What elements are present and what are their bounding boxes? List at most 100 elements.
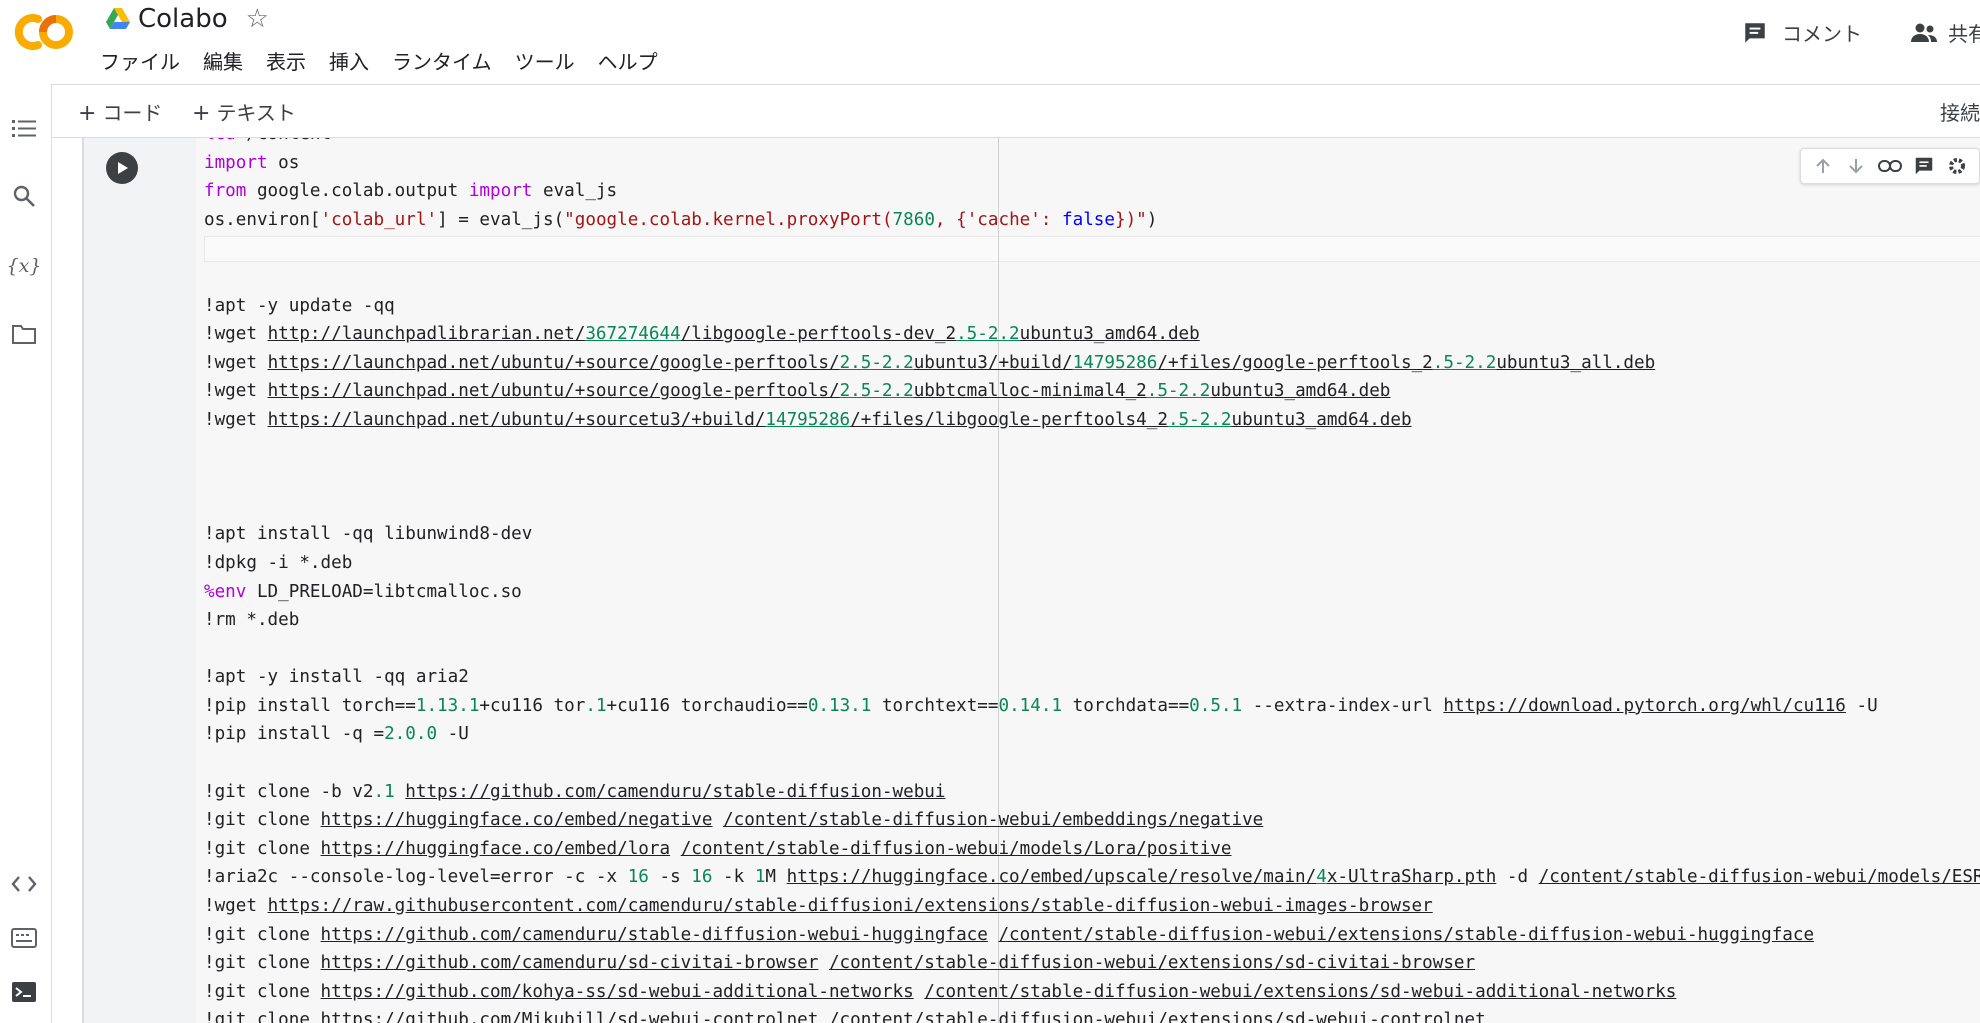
search-icon[interactable]	[10, 182, 38, 210]
code-token: !git clone	[204, 953, 321, 974]
code-token: "google.colab.kernel.proxyPort(	[564, 209, 893, 230]
code-token: 0.5.1	[1189, 695, 1243, 716]
code-line: !wget https://launchpad.net/ubuntu/+sour…	[204, 406, 1980, 435]
add-code-button[interactable]: + コード	[78, 97, 162, 126]
menu-edit[interactable]: 編集	[203, 46, 243, 75]
code-line: %env LD_PRELOAD=libtcmalloc.so	[204, 578, 1980, 607]
code-token: !git clone -b v2	[204, 781, 374, 802]
run-cell-button[interactable]	[106, 152, 138, 184]
menu-help[interactable]: ヘルプ	[598, 46, 658, 75]
star-icon[interactable]: ☆	[246, 6, 269, 32]
notebook-title[interactable]: Colabo	[138, 4, 228, 34]
code-token: /libgoogle-perftools-dev_2	[680, 324, 957, 345]
code-line: ​	[204, 234, 1980, 263]
code-line: os.environ['colab_url'] = eval_js("googl…	[204, 206, 1980, 235]
code-token: 0.14.1	[998, 695, 1063, 716]
add-text-button[interactable]: + テキスト	[192, 97, 296, 126]
add-code-label: コード	[102, 101, 163, 125]
comment-button[interactable]: コメント	[1742, 18, 1862, 47]
code-token: 4	[1316, 867, 1327, 888]
code-lines: %cd /contentimport osfrom google.colab.o…	[204, 138, 1980, 1023]
google-drive-icon	[106, 8, 130, 29]
play-icon	[118, 162, 128, 174]
code-token: ] = eval_js(	[437, 209, 565, 230]
code-token: /content	[236, 138, 331, 144]
code-token: .5-2.2	[1146, 381, 1211, 402]
code-token: .1	[585, 695, 607, 716]
code-line: ​	[204, 435, 1980, 464]
code-line: !wget https://launchpad.net/ubuntu/+sour…	[204, 377, 1980, 406]
code-token: 2.5-2.2	[839, 352, 914, 373]
arrow-up-icon[interactable]	[1811, 151, 1835, 181]
comment-icon[interactable]	[1912, 151, 1936, 181]
code-token: !wget	[204, 896, 268, 917]
code-token: , {'cache':	[934, 209, 1063, 230]
code-token: !aria2c --console-log-level=error -c -x	[204, 867, 628, 888]
code-token: os	[267, 152, 300, 173]
code-token: from	[204, 181, 247, 202]
terminal-icon[interactable]	[10, 978, 38, 1006]
code-line: import os	[204, 149, 1980, 178]
code-line: !git clone https://github.com/camenduru/…	[204, 921, 1980, 950]
code-token: !dpkg -i *.deb	[204, 552, 353, 573]
share-label: 共有	[1948, 22, 1980, 46]
app-header: Colabo ☆ ファイル 編集 表示 挿入 ランタイム ツール ヘルプ コメン…	[0, 0, 1980, 84]
title-row: Colabo ☆	[106, 2, 269, 36]
menu-insert[interactable]: 挿入	[329, 46, 369, 75]
menu-tools[interactable]: ツール	[515, 46, 575, 75]
variables-icon[interactable]: {x}	[7, 252, 42, 280]
code-token: -k	[712, 867, 755, 888]
command-palette-icon[interactable]	[10, 924, 38, 952]
toc-icon[interactable]	[10, 114, 38, 142]
code-token: https://raw.githubusercontent.com/camend…	[267, 896, 1433, 917]
code-token: 2.0.0	[384, 724, 438, 745]
code-token: /content/stable-diffusion-webui/models/L…	[680, 838, 1232, 859]
code-token: http://launchpadlibrarian.net/	[267, 324, 586, 345]
code-token: 1.13.1	[415, 695, 480, 716]
menu-file[interactable]: ファイル	[100, 46, 180, 75]
code-token: torchtext==	[871, 695, 999, 716]
code-token: !wget	[204, 352, 268, 373]
settings-icon[interactable]	[1946, 151, 1970, 181]
code-line: ​	[204, 263, 1980, 292]
code-line: !git clone https://github.com/kohya-ss/s…	[204, 978, 1980, 1007]
code-line: ​	[204, 463, 1980, 492]
code-token: !pip install torch==	[204, 695, 416, 716]
connect-button[interactable]: 接続	[1940, 97, 1980, 126]
code-token: os.environ[	[204, 209, 321, 230]
code-token: ubuntu3_amd64.deb	[1210, 381, 1391, 402]
code-token: import	[468, 181, 533, 202]
code-editor[interactable]: %cd /contentimport osfrom google.colab.o…	[196, 138, 1980, 1023]
colab-logo[interactable]	[12, 10, 78, 54]
code-token: !wget	[204, 324, 268, 345]
code-token: -s	[648, 867, 692, 888]
menu-runtime[interactable]: ランタイム	[392, 46, 492, 75]
code-token: 1	[754, 867, 766, 888]
code-token: x-UltraSharp.pth	[1326, 867, 1497, 888]
code-token: .5-2.2	[1167, 409, 1232, 430]
code-token: /content/stable-diffusion-webui/embeddin…	[723, 810, 1264, 831]
share-button[interactable]: 共有	[1910, 18, 1980, 47]
code-token: LD_PRELOAD=libtcmalloc.so	[246, 581, 522, 602]
folder-icon[interactable]	[10, 320, 38, 348]
code-token: /content/stable-diffusion-webui/extensio…	[998, 924, 1815, 945]
code-token: https://github.com/kohya-ss/sd-webui-add…	[320, 981, 914, 1002]
code-snippets-icon[interactable]	[10, 870, 38, 898]
link-icon[interactable]	[1878, 151, 1902, 181]
add-text-label: テキスト	[216, 101, 296, 125]
cell-gutter	[84, 138, 196, 1023]
code-line: !git clone https://github.com/Mikubill/s…	[204, 1006, 1980, 1023]
menu-view[interactable]: 表示	[266, 46, 306, 75]
code-line: ​	[204, 749, 1980, 778]
code-token: !git clone	[204, 838, 321, 859]
code-token: 16	[627, 867, 649, 888]
code-line: %cd /content	[204, 138, 1980, 149]
code-token: 0.13.1	[807, 695, 872, 716]
arrow-down-icon[interactable]	[1845, 151, 1869, 181]
code-token: !apt install -qq libunwind8-dev	[204, 524, 533, 545]
code-line: !git clone https://huggingface.co/embed/…	[204, 806, 1980, 835]
